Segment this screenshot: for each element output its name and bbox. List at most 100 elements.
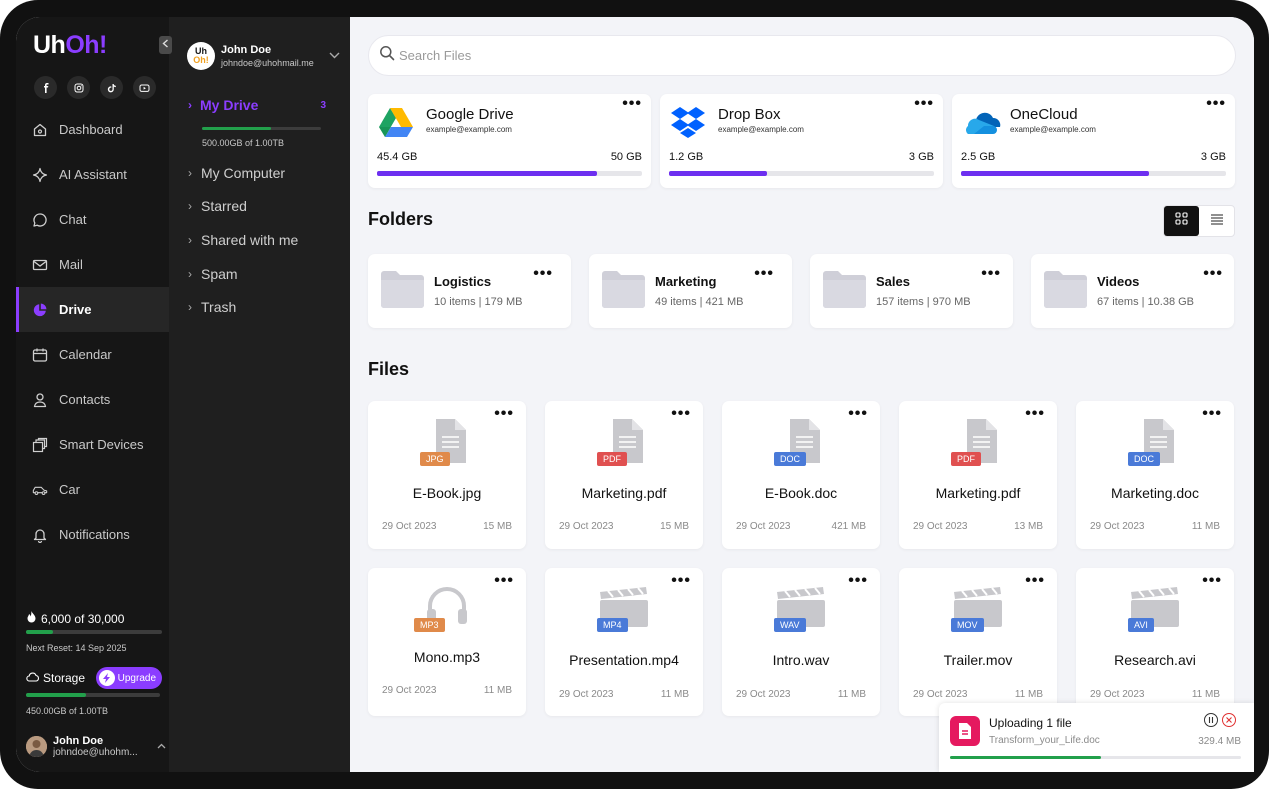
youtube-icon[interactable] (133, 76, 156, 99)
more-options-icon[interactable]: ••• (1025, 406, 1045, 422)
upload-progress-bar (950, 756, 1241, 759)
cloud-name: Google Drive (426, 106, 514, 123)
file-card[interactable]: ••• MP4 Presentation.mp4 29 Oct 2023 11 MB (545, 568, 703, 716)
google-drive-icon (378, 106, 414, 140)
dropbox-icon (670, 106, 706, 140)
search-input[interactable] (399, 48, 1199, 63)
chevron-down-icon[interactable] (329, 48, 340, 62)
sidebar-user-menu[interactable]: John Doe johndoe@uhohm... (26, 735, 166, 758)
more-options-icon[interactable]: ••• (622, 96, 642, 112)
file-name: Marketing.pdf (581, 485, 667, 501)
file-card[interactable]: ••• PDF Marketing.pdf 29 Oct 2023 13 MB (899, 401, 1057, 549)
grid-view-button[interactable] (1164, 206, 1199, 236)
sidebar-user-text: John Doe johndoe@uhohm... (53, 735, 148, 758)
cloud-card-google-drive[interactable]: Google Drive example@example.com ••• 45.… (368, 94, 651, 188)
sidebar-item-drive[interactable]: Drive (16, 287, 169, 332)
folder-name: Sales (876, 274, 910, 289)
sidebar-item-mail[interactable]: Mail (16, 242, 169, 287)
instagram-icon[interactable] (67, 76, 90, 99)
chevron-right-icon: › (188, 232, 192, 247)
more-options-icon[interactable]: ••• (848, 406, 868, 422)
cloud-total: 3 GB (908, 151, 934, 163)
credits-widget: 6,000 of 30,000 Next Reset: 14 Sep 2025 (26, 611, 162, 653)
file-card[interactable]: ••• DOC E-Book.doc 29 Oct 2023 421 MB (722, 401, 880, 549)
drive-nav-spam[interactable]: › Spam (188, 257, 298, 291)
drive-nav-my-drive[interactable]: › My Drive 3 (188, 97, 326, 113)
more-options-icon[interactable]: ••• (1206, 96, 1226, 112)
file-card[interactable]: ••• JPG E-Book.jpg 29 Oct 2023 15 MB (368, 401, 526, 549)
more-options-icon[interactable]: ••• (754, 266, 774, 282)
file-date: 29 Oct 2023 (382, 685, 437, 696)
list-view-button[interactable] (1199, 206, 1234, 236)
account-name: John Doe (221, 44, 272, 56)
folder-card[interactable]: Marketing 49 items | 421 MB ••• (589, 254, 792, 328)
more-options-icon[interactable]: ••• (494, 573, 514, 589)
cloud-card-dropbox[interactable]: Drop Box example@example.com ••• 1.2 GB … (660, 94, 943, 188)
sidebar-item-calendar[interactable]: Calendar (16, 332, 169, 377)
sidebar-item-smart-devices[interactable]: Smart Devices (16, 422, 169, 467)
car-icon (32, 482, 48, 498)
drive-nav-my-computer[interactable]: › My Computer (188, 156, 298, 190)
cloud-card-onecloud[interactable]: OneCloud example@example.com ••• 2.5 GB … (952, 94, 1235, 188)
sidebar-item-dashboard[interactable]: Dashboard (16, 107, 169, 152)
upgrade-button[interactable]: Upgrade (95, 667, 162, 689)
more-options-icon[interactable]: ••• (671, 406, 691, 422)
file-card[interactable]: ••• MP3 Mono.mp3 29 Oct 2023 11 MB (368, 568, 526, 716)
folder-card[interactable]: Sales 157 items | 970 MB ••• (810, 254, 1013, 328)
more-options-icon[interactable]: ••• (1025, 573, 1045, 589)
my-drive-usage-fill (202, 127, 272, 130)
drive-nav-trash[interactable]: › Trash (188, 290, 298, 324)
calendar-icon (32, 347, 48, 363)
file-date: 29 Oct 2023 (382, 521, 437, 532)
file-card[interactable]: ••• DOC Marketing.doc 29 Oct 2023 11 MB (1076, 401, 1234, 549)
more-options-icon[interactable]: ••• (533, 266, 553, 282)
user-name: John Doe (53, 735, 104, 747)
sidebar-item-car[interactable]: Car (16, 467, 169, 512)
collapse-sidebar-button[interactable] (159, 36, 172, 54)
upload-file-name: Transform_your_Life.doc (989, 735, 1100, 746)
sidebar-item-label: Smart Devices (59, 437, 144, 452)
storage-bar-fill (26, 693, 87, 697)
storage-label-group: Storage (26, 671, 85, 685)
cloud-name: OneCloud (1010, 106, 1078, 123)
cloud-used: 45.4 GB (377, 151, 418, 163)
file-size: 11 MB (1191, 521, 1220, 532)
cloud-usage-bar (669, 171, 934, 176)
more-options-icon[interactable]: ••• (914, 96, 934, 112)
more-options-icon[interactable]: ••• (848, 573, 868, 589)
file-card[interactable]: ••• PDF Marketing.pdf 29 Oct 2023 15 MB (545, 401, 703, 549)
sidebar-item-chat[interactable]: Chat (16, 197, 169, 242)
sidebar-item-contacts[interactable]: Contacts (16, 377, 169, 422)
sidebar-item-notifications[interactable]: Notifications (16, 512, 169, 557)
file-type-badge: JPG (420, 452, 450, 466)
more-options-icon[interactable]: ••• (981, 266, 1001, 282)
sidebar-item-label: Car (59, 482, 80, 497)
folder-card[interactable]: Videos 67 items | 10.38 GB ••• (1031, 254, 1234, 328)
more-options-icon[interactable]: ••• (1203, 266, 1223, 282)
main-content: Google Drive example@example.com ••• 45.… (350, 17, 1254, 772)
credits-bar (26, 630, 162, 634)
file-card[interactable]: ••• AVI Research.avi 29 Oct 2023 11 MB (1076, 568, 1234, 716)
file-type-badge: AVI (1128, 618, 1154, 632)
drive-nav-starred[interactable]: › Starred (188, 190, 298, 224)
file-size: 11 MB (837, 689, 866, 700)
pause-icon[interactable] (1204, 713, 1218, 727)
drive-account[interactable]: Uh Oh! John Doe johndoe@uhohmail.me (187, 42, 314, 70)
facebook-icon[interactable] (34, 76, 57, 99)
more-options-icon[interactable]: ••• (1202, 573, 1222, 589)
file-name: E-Book.jpg (412, 485, 482, 501)
more-options-icon[interactable]: ••• (1202, 406, 1222, 422)
drive-nav-shared[interactable]: › Shared with me (188, 223, 298, 257)
avatar (26, 736, 47, 757)
user-email: johndoe@uhohm... (53, 747, 138, 758)
app-logo[interactable]: UhOh! (33, 31, 107, 60)
cancel-upload-icon[interactable] (1222, 713, 1236, 727)
folder-card[interactable]: Logistics 10 items | 179 MB ••• (368, 254, 571, 328)
sidebar-item-ai-assistant[interactable]: AI Assistant (16, 152, 169, 197)
file-card[interactable]: ••• WAV Intro.wav 29 Oct 2023 11 MB (722, 568, 880, 716)
tiktok-icon[interactable] (100, 76, 123, 99)
file-size: 15 MB (660, 521, 689, 532)
file-card[interactable]: ••• MOV Trailer.mov 29 Oct 2023 11 MB (899, 568, 1057, 716)
more-options-icon[interactable]: ••• (671, 573, 691, 589)
more-options-icon[interactable]: ••• (494, 406, 514, 422)
